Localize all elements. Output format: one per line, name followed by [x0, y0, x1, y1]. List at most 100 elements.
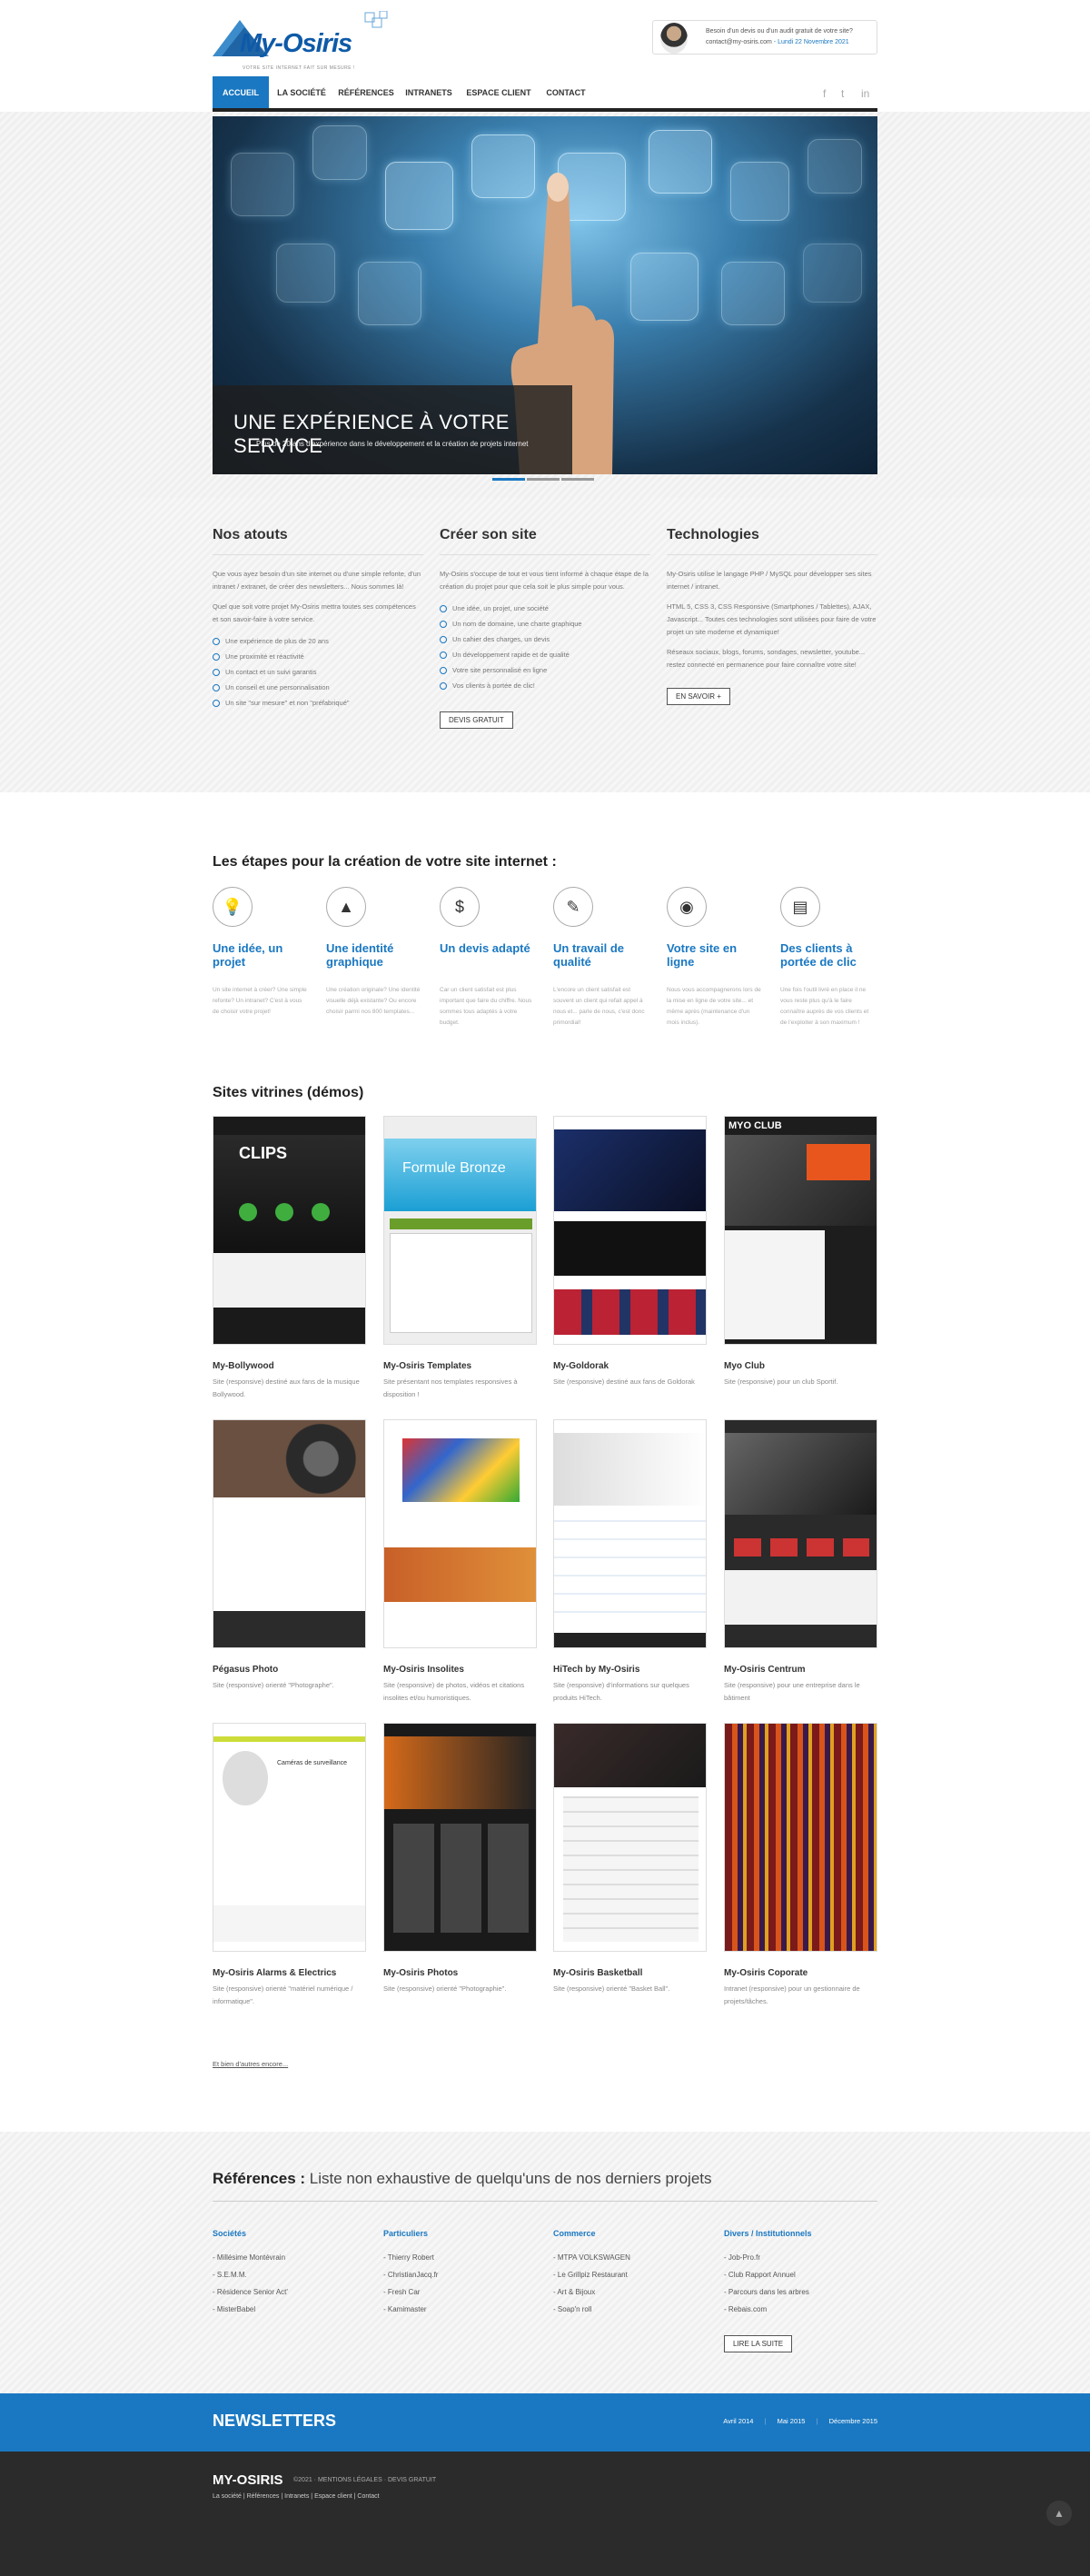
demo-thumbnail[interactable] [213, 1419, 366, 1648]
demo-card[interactable]: My-Osiris Coporate Intranet (responsive)… [724, 1723, 877, 2008]
step-glyph: $ [454, 898, 464, 916]
demo-name[interactable]: My-Osiris Basketball [553, 1968, 707, 1978]
demo-thumbnail[interactable] [383, 1419, 537, 1648]
hero-slider[interactable]: UNE EXPÉRIENCE À VOTRE SERVICE Plus de 2… [213, 116, 877, 474]
atouts-text: Que vous ayez besoin d'un site internet … [213, 570, 421, 591]
twitter-icon[interactable]: t [841, 87, 844, 100]
contact-box[interactable]: Besoin d'un devis ou d'un audit gratuit … [652, 20, 877, 55]
references-column: Particuliers - Thierry Robert - Christia… [383, 2229, 538, 2318]
nav-intranets[interactable]: INTRANETS [400, 76, 458, 110]
demo-name[interactable]: My-Goldorak [553, 1361, 707, 1371]
demo-card[interactable]: My-Osiris Centrum Site (responsive) pour… [724, 1419, 877, 1705]
step-item: ✎ Un travail de qualité L'encore un clie… [553, 887, 648, 1029]
demo-card[interactable]: My-Osiris Photos Site (responsive) orien… [383, 1723, 537, 1995]
thumb-image [223, 1751, 268, 1805]
demo-card[interactable]: My-Osiris Insolites Site (responsive) de… [383, 1419, 537, 1705]
thumb-content [563, 1796, 699, 1942]
creer-title: Créer son site [440, 527, 650, 555]
demo-thumbnail[interactable]: CLIPS [213, 1116, 366, 1345]
site-header: My-Osiris VOTRE SITE INTERNET FAIT SUR M… [0, 0, 1090, 113]
footer-copyright[interactable]: ©2021 · MENTIONS LÉGALES · DEVIS GRATUIT [293, 2477, 436, 2483]
tech-title: Technologies [667, 527, 877, 555]
newsletter-link[interactable]: Décembre 2015 [829, 2417, 877, 2425]
nav-societe[interactable]: LA SOCIÉTÉ [271, 76, 332, 110]
nav-references[interactable]: RÉFÉRENCES [334, 76, 398, 110]
thumb-banner [213, 1135, 365, 1253]
facebook-icon[interactable]: f [823, 87, 826, 100]
references-col-title: Commerce [553, 2229, 596, 2238]
demo-desc: Site (responsive) pour une entreprise da… [724, 1681, 860, 1702]
demos-title: Sites vitrines (démos) [213, 1085, 364, 1100]
thumb-banner [554, 1724, 706, 1787]
demo-card[interactable]: Formule Bronze My-Osiris Templates Site … [383, 1116, 537, 1401]
slider-dot[interactable] [492, 478, 525, 481]
demo-card[interactable]: Caméras de surveillance My-Osiris Alarms… [213, 1723, 366, 2008]
nav-contact[interactable]: CONTACT [540, 76, 592, 110]
thumb-footer [554, 1633, 706, 1647]
demo-thumbnail[interactable]: MYO CLUB [724, 1116, 877, 1345]
demo-card[interactable]: Pégasus Photo Site (responsive) orienté … [213, 1419, 366, 1692]
demo-name[interactable]: My-Osiris Coporate [724, 1968, 877, 1978]
chart-icon: ▲ [326, 887, 366, 927]
demo-name[interactable]: Pégasus Photo [213, 1665, 366, 1675]
thumb-banner [725, 1433, 877, 1515]
demo-name[interactable]: Myo Club [724, 1361, 877, 1371]
footer-nav[interactable]: La société | Références | Intranets | Es… [213, 2493, 380, 2500]
en-savoir-button[interactable]: EN SAVOIR + [667, 688, 730, 705]
list-item: Une idée, un projet, une société [440, 601, 650, 616]
contact-email[interactable]: contact@my-osiris.com [706, 39, 772, 45]
devis-button[interactable]: DEVIS GRATUIT [440, 711, 513, 729]
hero-subtitle: Plus de 20 ans d'expérience dans le déve… [256, 440, 529, 448]
lire-suite-button[interactable]: LIRE LA SUITE [724, 2335, 793, 2352]
separator: | [816, 2417, 818, 2425]
linkedin-icon[interactable]: in [861, 87, 869, 100]
demo-name[interactable]: My-Osiris Centrum [724, 1665, 877, 1675]
demo-thumbnail[interactable] [553, 1116, 707, 1345]
tech-text: HTML 5, CSS 3, CSS Responsive (Smartphon… [667, 602, 877, 636]
reference-item: - Club Rapport Annuel [724, 2271, 796, 2279]
reference-item: - Kamimaster [383, 2305, 427, 2313]
arrow-up-icon[interactable]: ▲ [1046, 2501, 1072, 2526]
thumb-content [554, 1511, 706, 1629]
logo[interactable]: My-Osiris VOTRE SITE INTERNET FAIT SUR M… [213, 10, 399, 71]
demo-thumbnail[interactable] [553, 1723, 707, 1952]
step-text: Un site internet à créer? Une simple ref… [213, 987, 307, 1015]
step-text: Une fois l'outil livré en place il ne vo… [780, 987, 869, 1026]
demo-card[interactable]: My-Goldorak Site (responsive) destiné au… [553, 1116, 707, 1388]
demo-name[interactable]: My-Bollywood [213, 1361, 366, 1371]
demo-name[interactable]: My-Osiris Alarms & Electrics [213, 1968, 366, 1978]
demo-name[interactable]: My-Osiris Templates [383, 1361, 537, 1371]
more-demos-link[interactable]: Et bien d'autres encore... [213, 2060, 288, 2068]
list-item: Votre site personnalisé en ligne [440, 662, 650, 678]
step-text: Une création originale? Une identité vis… [326, 987, 421, 1015]
demo-card[interactable]: HiTech by My-Osiris Site (responsive) d'… [553, 1419, 707, 1705]
step-text: L'encore un client satisfait est souvent… [553, 987, 645, 1026]
step-item: ▤ Des clients à portée de clic Une fois … [780, 887, 875, 1029]
nav-espace-client[interactable]: ESPACE CLIENT [460, 76, 538, 110]
demo-thumbnail[interactable] [724, 1723, 877, 1952]
newsletter-link[interactable]: Avril 2014 [723, 2417, 753, 2425]
slider-dot[interactable] [527, 478, 560, 481]
thumb-content [213, 1905, 365, 1942]
demo-name[interactable]: My-Osiris Insolites [383, 1665, 537, 1675]
demo-thumbnail[interactable]: Formule Bronze [383, 1116, 537, 1345]
list-item: Une expérience de plus de 20 ans [213, 633, 423, 649]
step-item: ▲ Une identité graphique Une création or… [326, 887, 421, 1018]
demo-card[interactable]: My-Osiris Basketball Site (responsive) o… [553, 1723, 707, 1995]
demo-card[interactable]: CLIPS My-Bollywood Site (responsive) des… [213, 1116, 366, 1401]
demo-thumbnail[interactable] [383, 1723, 537, 1952]
newsletter-link[interactable]: Mai 2015 [778, 2417, 806, 2425]
demo-card[interactable]: MYO CLUB Myo Club Site (responsive) pour… [724, 1116, 877, 1388]
references-column: Commerce - MTPA VOLKSWAGEN - Le Grillpiz… [553, 2229, 708, 2318]
demo-name[interactable]: HiTech by My-Osiris [553, 1665, 707, 1675]
list-item: Une proximité et réactivité [213, 649, 423, 664]
demo-thumbnail[interactable]: Caméras de surveillance [213, 1723, 366, 1952]
hero-tile [721, 262, 785, 325]
demo-thumbnail[interactable] [724, 1419, 877, 1648]
demo-name[interactable]: My-Osiris Photos [383, 1968, 537, 1978]
hero-tile [385, 162, 453, 230]
nav-accueil[interactable]: ACCUEIL [213, 76, 269, 110]
demo-thumbnail[interactable] [553, 1419, 707, 1648]
atouts-title: Nos atouts [213, 527, 423, 555]
slider-dot[interactable] [561, 478, 594, 481]
